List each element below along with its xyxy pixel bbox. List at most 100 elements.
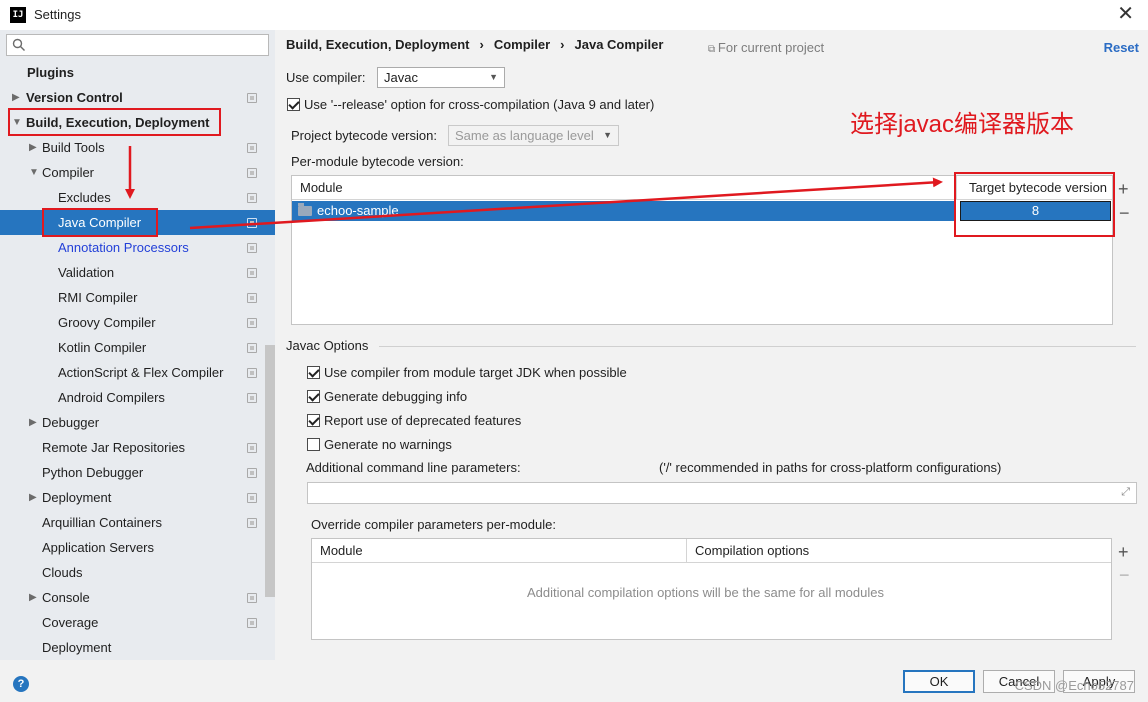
reset-link[interactable]: Reset <box>1104 40 1139 55</box>
page-icon <box>247 443 257 453</box>
window-title: Settings <box>34 7 81 22</box>
title-bar: IJ Settings ✕ <box>0 0 1148 30</box>
breadcrumb-item[interactable]: Compiler <box>494 37 550 52</box>
for-current-project-label: ⧉ For current project <box>708 40 825 55</box>
chevron-down-icon: ▼ <box>603 130 612 140</box>
page-icon <box>247 618 257 628</box>
page-icon <box>247 243 257 253</box>
help-icon[interactable]: ? <box>13 676 29 692</box>
sidebar-scrollbar[interactable] <box>265 345 275 597</box>
sidebar-item-arquillian-containers[interactable]: Arquillian Containers <box>0 510 265 535</box>
sidebar-item-version-control[interactable]: ▶ Version Control <box>0 85 265 110</box>
column-header-target-bytecode-version[interactable]: Target bytecode version <box>956 176 1112 200</box>
project-scope-icon: ⧉ <box>708 44 718 55</box>
minus-icon: − <box>1119 565 1130 585</box>
page-icon <box>247 193 257 203</box>
sidebar-item-android-compilers[interactable]: Android Compilers <box>0 385 265 410</box>
sidebar-item-deployment[interactable]: ▶ Deployment <box>0 485 265 510</box>
sidebar-item-application-servers[interactable]: Application Servers <box>0 535 265 560</box>
page-icon <box>247 393 257 403</box>
expand-icon[interactable]: ⤢ <box>1121 486 1130 499</box>
sidebar-item-console[interactable]: ▶ Console <box>0 585 265 610</box>
sidebar-item-python-debugger[interactable]: Python Debugger <box>0 460 265 485</box>
column-header-module[interactable]: Module <box>292 176 956 200</box>
javac-options-title: Javac Options <box>286 338 369 353</box>
chevron-down-icon: ▼ <box>489 72 498 82</box>
page-icon <box>247 493 257 503</box>
settings-search-input[interactable] <box>6 34 269 56</box>
chevron-right-icon[interactable]: ▶ <box>29 135 37 160</box>
watermark: CSDN @Echo52787 <box>1014 678 1134 693</box>
sidebar-item-java-compiler[interactable]: Java Compiler <box>0 210 275 235</box>
sidebar-item-groovy-compiler[interactable]: Groovy Compiler <box>0 310 265 335</box>
group-divider <box>379 346 1136 347</box>
sidebar-item-deployment-2[interactable]: Deployment <box>0 635 265 660</box>
per-module-bytecode-label: Per-module bytecode version: <box>291 154 464 169</box>
module-name-cell: echoo-sample <box>317 203 399 218</box>
project-bytecode-label: Project bytecode version: <box>291 128 437 143</box>
breadcrumb: Build, Execution, Deployment › Compiler › Ja… <box>286 37 663 52</box>
close-icon[interactable]: ✕ <box>1117 4 1134 24</box>
chevron-down-icon[interactable]: ▼ <box>29 160 39 185</box>
chevron-down-icon[interactable]: ▼ <box>12 110 22 135</box>
sidebar-item-clouds[interactable]: Clouds <box>0 560 265 585</box>
use-module-jdk-label: Use compiler from module target JDK when… <box>324 365 627 380</box>
plus-icon[interactable]: + <box>1118 543 1129 561</box>
breadcrumb-item: Java Compiler <box>574 37 664 52</box>
chevron-right-icon[interactable]: ▶ <box>29 585 37 610</box>
chevron-right-icon[interactable]: ▶ <box>29 485 37 510</box>
page-icon <box>247 468 257 478</box>
settings-sidebar: Plugins ▶ Version Control ▼ Build, Execu… <box>0 30 275 660</box>
column-header-module[interactable]: Module <box>312 539 686 563</box>
sidebar-item-kotlin-compiler[interactable]: Kotlin Compiler <box>0 335 265 360</box>
intellij-app-icon: IJ <box>10 7 26 23</box>
per-module-bytecode-table[interactable]: Module Target bytecode version echoo-sam… <box>291 175 1113 325</box>
sidebar-item-excludes[interactable]: Excludes <box>0 185 265 210</box>
release-option-checkbox[interactable] <box>287 98 300 111</box>
sidebar-item-annotation-processors[interactable]: Annotation Processors <box>0 235 265 260</box>
sidebar-item-build-execution-deployment[interactable]: ▼ Build, Execution, Deployment <box>0 110 265 135</box>
project-bytecode-select[interactable]: Same as language level ▼ <box>448 125 619 146</box>
override-params-table[interactable]: Module Compilation options Additional co… <box>311 538 1112 640</box>
sidebar-item-validation[interactable]: Validation <box>0 260 265 285</box>
report-deprecated-label: Report use of deprecated features <box>324 413 522 428</box>
override-params-label: Override compiler parameters per-module: <box>311 517 556 532</box>
release-option-label: Use '--release' option for cross-compila… <box>304 97 655 112</box>
page-icon <box>247 593 257 603</box>
additional-params-hint: ('/' recommended in paths for cross-plat… <box>659 460 1002 475</box>
generate-no-warnings-label: Generate no warnings <box>324 437 452 452</box>
sidebar-item-remote-jar-repositories[interactable]: Remote Jar Repositories <box>0 435 265 460</box>
sidebar-item-build-tools[interactable]: ▶ Build Tools <box>0 135 265 160</box>
page-icon <box>247 293 257 303</box>
report-deprecated-checkbox[interactable] <box>307 414 320 427</box>
column-header-compilation-options[interactable]: Compilation options <box>686 539 1111 563</box>
chevron-right-icon[interactable]: ▶ <box>12 85 20 110</box>
sidebar-item-coverage[interactable]: Coverage <box>0 610 265 635</box>
breadcrumb-item[interactable]: Build, Execution, Deployment <box>286 37 469 52</box>
ok-button[interactable]: OK <box>903 670 975 693</box>
minus-icon[interactable]: − <box>1119 204 1130 222</box>
search-icon <box>12 38 25 51</box>
use-compiler-select[interactable]: Javac ▼ <box>377 67 505 88</box>
page-icon <box>247 318 257 328</box>
breadcrumb-separator: › <box>560 37 565 52</box>
additional-params-input[interactable]: ⤢ <box>307 482 1137 504</box>
empty-table-text: Additional compilation options will be t… <box>527 585 884 600</box>
page-icon <box>247 168 257 178</box>
sidebar-item-compiler[interactable]: ▼ Compiler <box>0 160 265 185</box>
generate-no-warnings-checkbox[interactable] <box>307 438 320 451</box>
chevron-right-icon[interactable]: ▶ <box>29 410 37 435</box>
folder-icon <box>298 203 312 216</box>
table-row[interactable]: echoo-sample <box>292 201 956 221</box>
sidebar-item-plugins[interactable]: Plugins <box>0 60 265 85</box>
generate-debugging-info-checkbox[interactable] <box>307 390 320 403</box>
sidebar-item-actionscript-flex-compiler[interactable]: ActionScript & Flex Compiler <box>0 360 265 385</box>
sidebar-item-rmi-compiler[interactable]: RMI Compiler <box>0 285 265 310</box>
plus-icon[interactable]: + <box>1118 180 1129 198</box>
page-icon <box>247 343 257 353</box>
page-icon <box>247 268 257 278</box>
sidebar-item-debugger[interactable]: ▶ Debugger <box>0 410 265 435</box>
use-module-jdk-checkbox[interactable] <box>307 366 320 379</box>
additional-params-label: Additional command line parameters: <box>306 460 521 475</box>
target-bytecode-version-editor[interactable]: 8 <box>960 201 1111 221</box>
